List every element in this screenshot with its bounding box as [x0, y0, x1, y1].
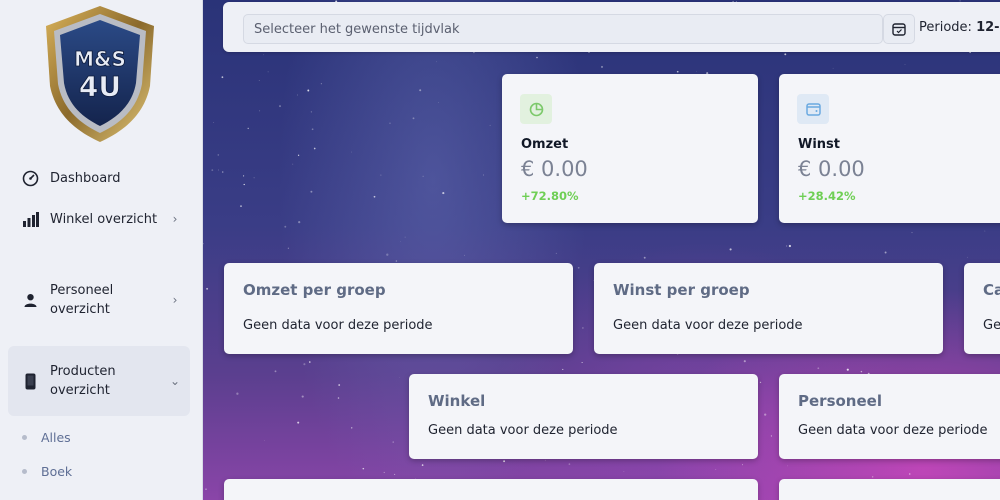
stat-change: +72.80% [521, 189, 579, 203]
period-display: Periode: 12- [919, 20, 1000, 35]
panel-omzet-per-groep: Omzet per groep Geen data voor deze peri… [224, 263, 573, 354]
panel-title: Omzet per groep [243, 281, 386, 299]
stat-change: +28.42% [798, 189, 856, 203]
sidebar-subitem-alles[interactable]: Alles [22, 430, 71, 445]
date-range-input[interactable]: Selecteer het gewenste tijdvlak [243, 14, 883, 44]
bullet-icon [22, 435, 27, 440]
pie-chart-icon [520, 94, 552, 124]
period-toolbar: Selecteer het gewenste tijdvlak Periode:… [223, 2, 1000, 52]
stat-card-winst: Winst € 0.00 +28.42% [779, 74, 1000, 223]
sidebar-item-label: Personeel overzicht [50, 283, 114, 317]
panel-empty-text: Geen data voor deze periode [428, 423, 618, 438]
period-value: 12- [976, 20, 1000, 35]
stat-title: Omzet [521, 137, 569, 152]
period-label: Periode: [919, 20, 972, 35]
calendar-button[interactable] [883, 14, 915, 44]
panel-title: Winst per groep [613, 281, 750, 299]
panel-title: Personeel [798, 392, 882, 410]
panel-bottom-left [224, 479, 758, 500]
sidebar-subitem-label: Boek [41, 464, 73, 479]
panel-partial: Ca Ge [964, 263, 1000, 354]
panel-bottom-right [779, 479, 1000, 500]
bullet-icon [22, 469, 27, 474]
panel-title: Ca [983, 281, 1000, 299]
chevron-right-icon: › [172, 293, 178, 307]
stat-card-omzet: Omzet € 0.00 +72.80% [502, 74, 758, 223]
stat-value: € 0.00 [521, 157, 588, 181]
sidebar-item-producten-overzicht[interactable]: Producten overzicht ⌄ [8, 346, 190, 416]
bar-chart-icon [18, 211, 42, 227]
sidebar-subitem-boek[interactable]: Boek [22, 464, 72, 479]
date-range-placeholder: Selecteer het gewenste tijdvlak [254, 21, 460, 37]
panel-empty-text: Geen data voor deze periode [613, 318, 803, 333]
panel-winkel: Winkel Geen data voor deze periode [409, 374, 758, 459]
sidebar-item-label: Winkel overzicht [50, 211, 158, 227]
gauge-icon [18, 170, 42, 187]
panel-title: Winkel [428, 392, 486, 410]
calendar-icon [892, 23, 906, 36]
stat-value: € 0.00 [798, 157, 865, 181]
sidebar-item-winkel-overzicht[interactable]: Winkel overzicht › [8, 208, 190, 230]
sidebar-item-dashboard[interactable]: Dashboard [8, 167, 190, 189]
panel-personeel: Personeel Geen data voor deze periode [779, 374, 1000, 459]
svg-text:M&S: M&S [74, 47, 126, 71]
logo-shield-icon[interactable]: M&S 4U [42, 4, 158, 144]
phone-icon [18, 373, 42, 390]
sidebar-subitem-label: Alles [41, 430, 71, 445]
user-icon [18, 293, 42, 308]
sidebar-item-label: Dashboard [50, 170, 121, 186]
main-content: Selecteer het gewenste tijdvlak Periode:… [203, 0, 1000, 500]
sidebar: M&S 4U Dashboard Winkel overzicht › Pers… [0, 0, 203, 500]
stat-title: Winst [798, 137, 841, 152]
panel-empty-text: Geen data voor deze periode [243, 318, 433, 333]
sidebar-item-label: Producten overzicht [50, 364, 116, 398]
chevron-right-icon: › [172, 212, 178, 226]
panel-empty-text: Ge [983, 318, 1000, 333]
sidebar-item-personeel-overzicht[interactable]: Personeel overzicht › [8, 280, 190, 320]
panel-empty-text: Geen data voor deze periode [798, 423, 988, 438]
panel-winst-per-groep: Winst per groep Geen data voor deze peri… [594, 263, 943, 354]
chevron-down-icon: ⌄ [169, 374, 181, 388]
svg-text:4U: 4U [79, 70, 121, 103]
wallet-icon [797, 94, 829, 124]
